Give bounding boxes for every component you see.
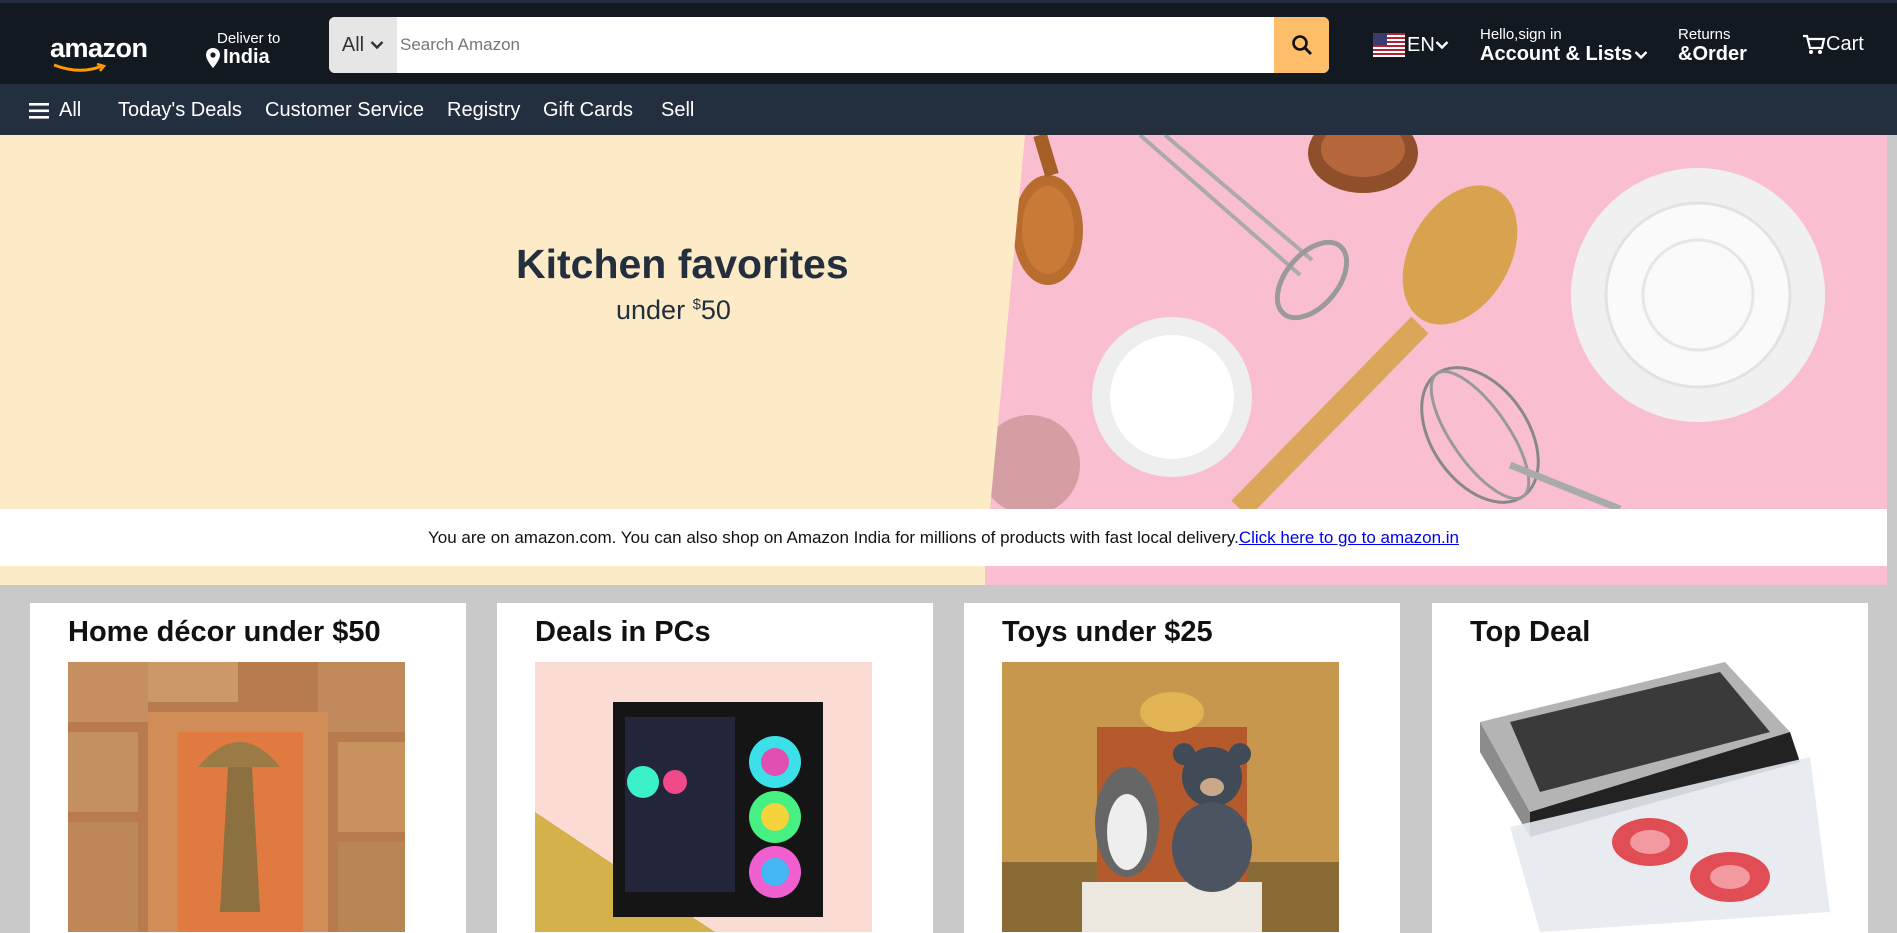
card-title: Deals in PCs [535, 616, 711, 648]
nav-bar: All Today's Deals Customer Service Regis… [0, 84, 1897, 135]
search-category-dropdown[interactable]: All [329, 17, 397, 73]
hero-banner[interactable]: Kitchen favorites under $50 [0, 135, 1887, 509]
card-toys[interactable]: Toys under $25 [964, 603, 1400, 933]
amazon-logo[interactable]: amazon [50, 33, 148, 72]
hero-subtitle: under $50 [616, 295, 731, 325]
language-label: EN [1407, 33, 1435, 56]
region-notice: You are on amazon.com. You can also shop… [0, 509, 1887, 566]
toys-image[interactable] [1002, 662, 1339, 932]
vacuum-sealer-image[interactable] [1470, 662, 1830, 932]
amazon-india-link[interactable]: Click here to go to amazon.in [1239, 528, 1459, 547]
home-decor-image[interactable] [68, 662, 405, 932]
deliver-label: Deliver to [217, 30, 281, 47]
search-icon [1291, 35, 1312, 55]
search-bar: All [329, 17, 1329, 73]
search-category-label: All [341, 33, 365, 56]
search-button[interactable] [1274, 17, 1329, 73]
kitchen-utensils-image [990, 135, 1887, 509]
gaming-pc-image[interactable] [535, 662, 872, 932]
card-title: Home décor under $50 [68, 616, 381, 648]
location-pin-icon [206, 47, 220, 68]
us-flag-icon [1373, 33, 1405, 57]
hero-title: Kitchen favorites [516, 241, 849, 287]
all-menu-label: All [59, 99, 82, 121]
hamburger-menu-icon [29, 102, 49, 119]
all-menu-button[interactable]: All [29, 99, 81, 122]
chevron-down-icon [1435, 41, 1449, 50]
deliver-location: India [223, 46, 270, 68]
nav-item-gift-cards[interactable]: Gift Cards [543, 99, 633, 122]
returns-orders[interactable]: Returns &Order [1678, 26, 1747, 66]
card-title: Top Deal [1470, 616, 1591, 648]
card-title: Toys under $25 [1002, 616, 1213, 648]
logo-smile-icon [53, 63, 107, 72]
language-selector[interactable]: EN [1373, 33, 1449, 57]
chevron-down-icon [370, 41, 384, 50]
card-home-decor[interactable]: Home décor under $50 [30, 603, 466, 933]
notice-text: You are on amazon.com. You can also shop… [428, 528, 1239, 547]
hero-strip [0, 566, 1887, 585]
account-greeting: Hello,sign in [1480, 26, 1562, 43]
kitchen-illustration [990, 135, 1825, 509]
returns-label: Returns [1678, 26, 1731, 43]
card-deals-in-pcs[interactable]: Deals in PCs [497, 603, 933, 933]
account-lists[interactable]: Hello,sign in Account & Lists [1480, 26, 1648, 66]
cart-button[interactable]: Cart [1802, 33, 1864, 56]
nav-item-sell[interactable]: Sell [661, 99, 694, 122]
nav-item-todays-deals[interactable]: Today's Deals [118, 99, 242, 122]
cart-label: Cart [1826, 33, 1864, 55]
card-top-deal[interactable]: Top Deal [1432, 603, 1868, 933]
nav-item-customer-service[interactable]: Customer Service [265, 99, 424, 122]
chevron-down-icon [1634, 50, 1648, 59]
account-label: Account & Lists [1480, 43, 1633, 65]
logo-text: amazon [50, 33, 148, 63]
cart-icon [1803, 34, 1826, 54]
search-input[interactable] [397, 17, 1274, 73]
top-header: amazon Deliver to India All EN Hello,sig… [0, 0, 1897, 84]
hero-strip-image [985, 566, 1887, 585]
nav-item-registry[interactable]: Registry [447, 99, 520, 122]
orders-label: &Order [1678, 43, 1747, 65]
